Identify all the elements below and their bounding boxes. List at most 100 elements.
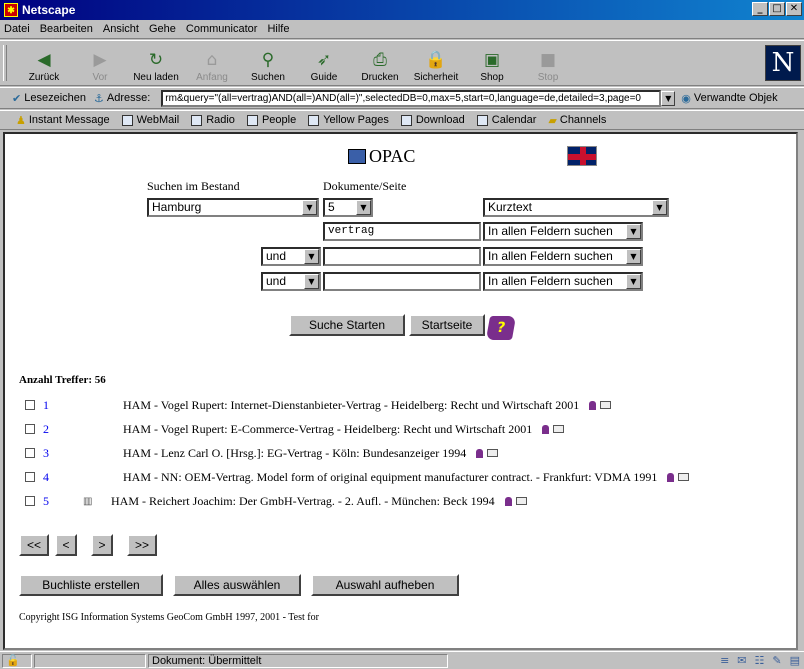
menu-hilfe[interactable]: Hilfe xyxy=(267,23,289,35)
book-open-icon[interactable] xyxy=(487,449,499,457)
result-checkbox[interactable] xyxy=(25,400,35,410)
book-open-icon[interactable] xyxy=(553,425,565,433)
security-status-icon[interactable]: 🔓 xyxy=(2,653,32,668)
hit-count: Anzahl Treffer: 56 xyxy=(19,374,106,386)
menu-datei[interactable]: Datei xyxy=(4,23,30,35)
next-page-button[interactable]: > xyxy=(91,534,113,556)
netscape-logo[interactable]: N xyxy=(765,45,801,81)
navigator-icon[interactable]: ≡ xyxy=(720,654,729,667)
bookmark-page-icon xyxy=(400,114,412,126)
download-link[interactable]: Download xyxy=(400,114,465,126)
instant-message-link[interactable]: ♟ Instant Message xyxy=(16,114,110,127)
person-icon[interactable] xyxy=(476,448,484,458)
result-row: 1 HAM - Vogel Rupert: Internet-Dienstanb… xyxy=(25,396,612,414)
guide-button[interactable]: ➶ Guide xyxy=(296,41,352,85)
stop-button[interactable]: ■ Stop xyxy=(520,41,576,85)
print-button[interactable]: ⎙ Drucken xyxy=(352,41,408,85)
result-number-link[interactable]: 1 xyxy=(43,398,63,413)
operator-select-2[interactable]: und ▼ xyxy=(261,247,321,266)
search-button[interactable]: ⚲ Suchen xyxy=(240,41,296,85)
start-page-button[interactable]: Startseite xyxy=(409,314,485,336)
scrollbar[interactable] xyxy=(798,132,804,650)
query-input-2[interactable] xyxy=(323,247,481,266)
title-bar: ✱ Netscape _ □ ✕ xyxy=(0,0,804,20)
reload-icon: ↻ xyxy=(148,50,164,70)
book-open-icon[interactable] xyxy=(515,497,527,505)
field-select-1[interactable]: In allen Feldern suchen ▼ xyxy=(483,222,643,241)
composer-icon[interactable]: ✎ xyxy=(772,654,781,667)
bookmarks-button[interactable]: ✔ Lesezeichen xyxy=(12,92,86,105)
format-select[interactable]: Kurztext ▼ xyxy=(483,198,669,217)
person-icon[interactable] xyxy=(542,424,550,434)
component-bar: ≡ ✉ ☷ ✎ ▤ xyxy=(720,654,800,667)
result-number-link[interactable]: 4 xyxy=(43,470,63,485)
result-checkbox[interactable] xyxy=(25,448,35,458)
calendar-link[interactable]: Calendar xyxy=(476,114,536,126)
minimize-button[interactable]: _ xyxy=(752,2,768,16)
menu-bearbeiten[interactable]: Bearbeiten xyxy=(40,23,93,35)
home-button[interactable]: ⌂ Anfang xyxy=(184,41,240,85)
channels-link[interactable]: ▰ Channels xyxy=(548,114,606,127)
menu-ansicht[interactable]: Ansicht xyxy=(103,23,139,35)
toolbar-grip[interactable] xyxy=(3,45,7,81)
result-checkbox[interactable] xyxy=(25,496,35,506)
chevron-down-icon: ▼ xyxy=(304,274,319,289)
person-icon[interactable] xyxy=(504,496,512,506)
result-number-link[interactable]: 5 xyxy=(43,494,63,509)
back-button[interactable]: ◀ Zurück xyxy=(16,41,72,85)
last-page-button[interactable]: >> xyxy=(127,534,157,556)
query-input-3[interactable] xyxy=(323,272,481,291)
webmail-link[interactable]: WebMail xyxy=(121,114,179,126)
shop-button[interactable]: ▣ Shop xyxy=(464,41,520,85)
search-icon: ⚲ xyxy=(261,50,275,70)
help-book-icon[interactable]: ? xyxy=(485,316,517,340)
url-dropdown-button[interactable]: ▼ xyxy=(661,90,676,106)
location-icon: ⚓ xyxy=(94,91,104,105)
chevron-down-icon: ▼ xyxy=(626,224,641,239)
result-number-link[interactable]: 2 xyxy=(43,422,63,437)
result-text: HAM - Lenz Carl O. [Hrsg.]: EG-Vertrag -… xyxy=(123,445,467,460)
reload-button[interactable]: ↻ Neu laden xyxy=(128,41,184,85)
url-input[interactable]: rm&query="(all=vertrag)AND(all=)AND(all=… xyxy=(161,89,662,107)
first-page-button[interactable]: << xyxy=(19,534,49,556)
search-start-button[interactable]: Suche Starten xyxy=(289,314,405,336)
close-button[interactable]: ✕ xyxy=(786,2,802,16)
shop-icon: ▣ xyxy=(483,50,501,70)
field-select-2[interactable]: In allen Feldern suchen ▼ xyxy=(483,247,643,266)
security-button[interactable]: 🔒 Sicherheit xyxy=(408,41,464,85)
book-open-icon[interactable] xyxy=(678,473,690,481)
person-icon[interactable] xyxy=(667,472,675,482)
bestand-select[interactable]: Hamburg ▼ xyxy=(147,198,319,217)
english-flag-icon[interactable] xyxy=(567,146,597,166)
address-book-icon[interactable]: ▤ xyxy=(790,654,800,667)
create-booklist-button[interactable]: Buchliste erstellen xyxy=(19,574,163,596)
operator-select-3[interactable]: und ▼ xyxy=(261,272,321,291)
result-number-link[interactable]: 3 xyxy=(43,446,63,461)
mail-icon[interactable]: ✉ xyxy=(737,654,746,667)
maximize-button[interactable]: □ xyxy=(769,2,785,16)
deselect-all-button[interactable]: Auswahl aufheben xyxy=(311,574,459,596)
newsgroups-icon[interactable]: ☷ xyxy=(755,654,765,667)
menu-communicator[interactable]: Communicator xyxy=(186,23,258,35)
related-button[interactable]: ◉ Verwandte Objek xyxy=(681,92,777,105)
holdings-book-icon[interactable]: ▥ xyxy=(83,496,95,507)
result-row: 4 HAM - NN: OEM-Vertrag. Model form of o… xyxy=(25,468,690,486)
people-link[interactable]: People xyxy=(246,114,296,126)
related-icon: ◉ xyxy=(681,92,691,105)
chevron-down-icon: ▼ xyxy=(302,200,317,215)
forward-button[interactable]: ▶ Vor xyxy=(72,41,128,85)
result-checkbox[interactable] xyxy=(25,424,35,434)
bookmark-page-icon xyxy=(246,114,258,126)
person-icon[interactable] xyxy=(589,400,597,410)
query-input-1[interactable]: vertrag xyxy=(323,222,481,241)
result-checkbox[interactable] xyxy=(25,472,35,482)
select-all-button[interactable]: Alles auswählen xyxy=(173,574,301,596)
menu-gehe[interactable]: Gehe xyxy=(149,23,176,35)
prev-page-button[interactable]: < xyxy=(55,534,77,556)
book-open-icon[interactable] xyxy=(600,401,612,409)
docs-per-page-select[interactable]: 5 ▼ xyxy=(323,198,373,217)
radio-link[interactable]: Radio xyxy=(191,114,235,126)
yellow-pages-link[interactable]: Yellow Pages xyxy=(308,114,389,126)
result-text: HAM - NN: OEM-Vertrag. Model form of ori… xyxy=(123,469,658,484)
field-select-3[interactable]: In allen Feldern suchen ▼ xyxy=(483,272,643,291)
